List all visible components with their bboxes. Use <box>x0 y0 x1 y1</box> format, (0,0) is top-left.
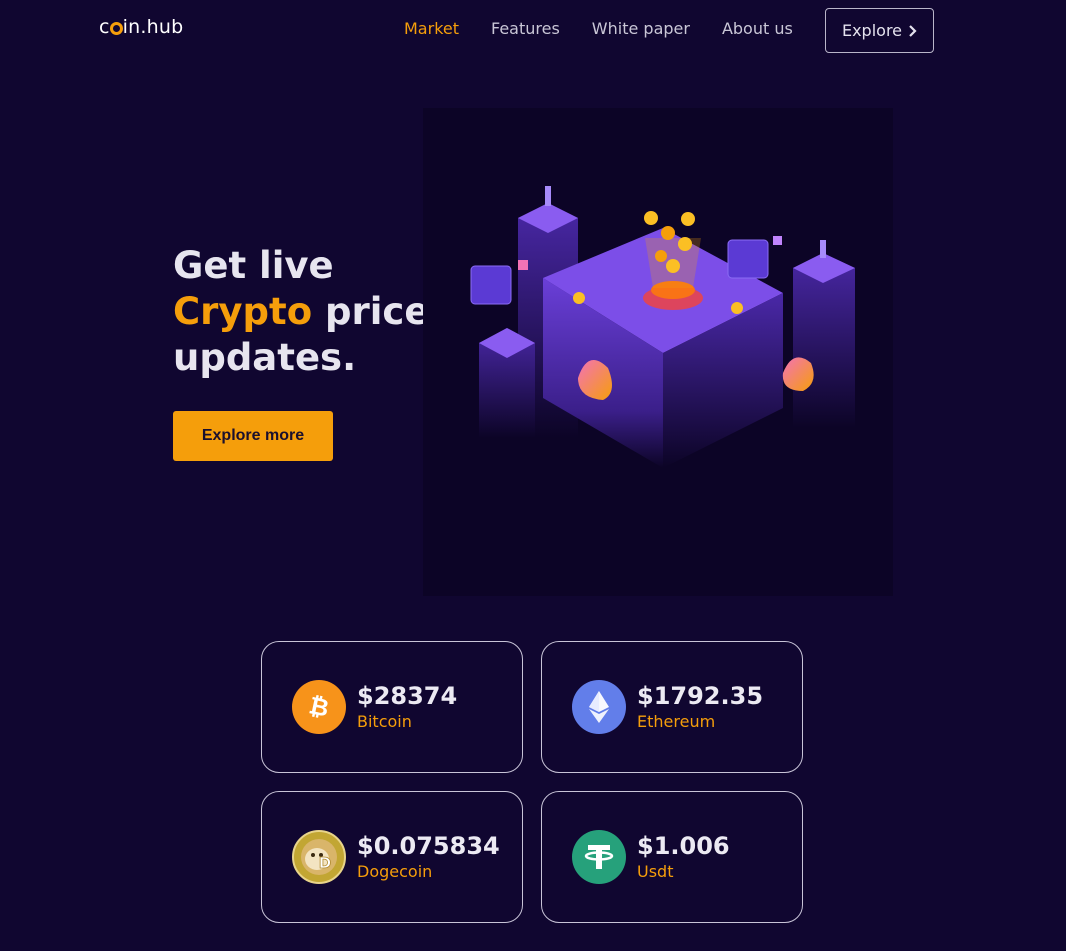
explore-more-button[interactable]: Explore more <box>173 411 333 461</box>
coin-card-usdt[interactable]: $1.006 Usdt <box>541 791 803 923</box>
hero-accent-word: Crypto <box>173 290 313 333</box>
hero-line1: Get live <box>173 244 334 287</box>
logo-prefix: c <box>99 16 110 38</box>
coin-name: Dogecoin <box>357 862 433 881</box>
coin-card-bitcoin[interactable]: ₿ $28374 Bitcoin <box>261 641 523 773</box>
chevron-right-icon <box>909 24 917 37</box>
coin-price: $28374 <box>357 682 458 710</box>
usdt-icon <box>572 830 626 884</box>
coin-name: Usdt <box>637 862 674 881</box>
bitcoin-icon: ₿ <box>292 680 346 734</box>
nav-features[interactable]: Features <box>491 19 560 38</box>
coin-name: Bitcoin <box>357 712 412 731</box>
coin-card-dogecoin[interactable]: D $0.075834 Dogecoin <box>261 791 523 923</box>
main-nav: Market Features White paper About us <box>404 19 825 38</box>
hero-title: Get live Crypto price updates. <box>173 243 429 381</box>
hero-line3: updates. <box>173 336 357 379</box>
logo[interactable]: c in.hub <box>99 16 183 38</box>
nav-market[interactable]: Market <box>404 19 459 38</box>
explore-button-label: Explore <box>841 21 903 40</box>
explore-button[interactable]: Explore <box>825 8 934 53</box>
coin-price: $0.075834 <box>357 832 500 860</box>
ethereum-icon <box>572 680 626 734</box>
hero-illustration <box>423 108 893 596</box>
logo-ring-icon <box>109 21 123 35</box>
logo-suffix: in.hub <box>122 16 184 38</box>
nav-about-us[interactable]: About us <box>722 19 793 38</box>
svg-text:₿: ₿ <box>307 692 332 722</box>
dogecoin-icon: D <box>292 830 346 884</box>
nav-white-paper[interactable]: White paper <box>592 19 690 38</box>
coin-price: $1792.35 <box>637 682 764 710</box>
coin-card-ethereum[interactable]: $1792.35 Ethereum <box>541 641 803 773</box>
coin-price: $1.006 <box>637 832 730 860</box>
hero-line2-rest: price <box>312 290 430 333</box>
coin-name: Ethereum <box>637 712 716 731</box>
svg-text:D: D <box>319 854 331 872</box>
